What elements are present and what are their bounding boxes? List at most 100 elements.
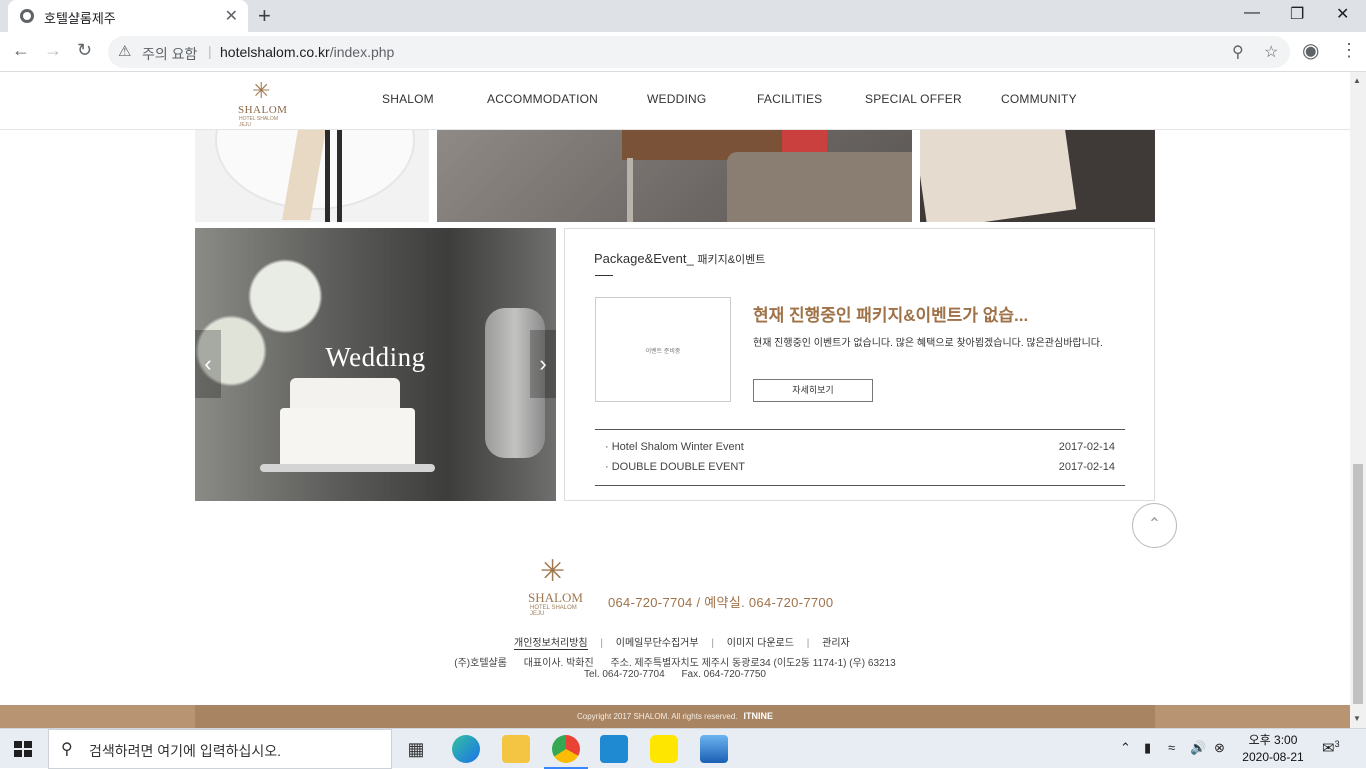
view-details-button[interactable]: 자세히보기 — [753, 379, 873, 402]
list-bottom-rule — [595, 485, 1125, 486]
minimize-icon[interactable]: — — [1244, 4, 1260, 22]
slider-next-icon[interactable]: › — [530, 330, 556, 398]
slider-prev-icon[interactable]: ‹ — [195, 330, 221, 398]
chrome-icon[interactable] — [544, 735, 588, 769]
notification-count: 3 — [1334, 739, 1340, 749]
menu-facilities[interactable]: FACILITIES — [757, 92, 822, 106]
restore-icon[interactable]: ❐ — [1290, 4, 1304, 24]
file-explorer-icon[interactable] — [502, 735, 530, 763]
event-thumbnail[interactable]: 이벤트 준비중 — [595, 297, 731, 402]
heading-underline — [595, 275, 613, 276]
zoom-icon[interactable]: ⚲ — [1232, 42, 1244, 62]
new-tab-button[interactable]: + — [258, 3, 271, 29]
room-photo[interactable] — [437, 130, 912, 222]
warning-icon[interactable]: ⚠ — [118, 42, 131, 60]
link-separator: | — [711, 638, 714, 649]
windows-start-icon[interactable] — [14, 741, 32, 757]
wedding-banner[interactable]: Wedding ‹ › — [195, 228, 556, 501]
logo-star-icon: ✳ — [540, 555, 566, 588]
scroll-down-icon[interactable]: ▼ — [1353, 714, 1361, 723]
page-scrollbar[interactable]: ▲ ▼ — [1350, 72, 1366, 728]
search-icon: ⚲ — [61, 741, 73, 758]
window-close-icon[interactable]: ✕ — [1336, 4, 1349, 24]
notification-icon[interactable]: ✉3 — [1322, 739, 1340, 757]
vscode-icon[interactable] — [600, 735, 628, 763]
browser-tab[interactable]: 호텔샬롬제주 ✕ — [8, 0, 248, 32]
tab-close-icon[interactable]: ✕ — [225, 6, 238, 26]
back-icon[interactable]: ← — [12, 40, 30, 61]
tel: Tel. 064-720-7704 — [584, 669, 665, 680]
kakaotalk-icon[interactable] — [650, 735, 678, 763]
reload-icon[interactable]: ↻ — [77, 40, 92, 61]
footer-links: 개인정보처리방침 | 이메일무단수집거부 | 이미지 다운로드 | 관리자 — [514, 634, 850, 650]
chevron-up-icon[interactable]: ⌃ — [1120, 740, 1131, 756]
wifi-icon[interactable]: ≈ — [1168, 740, 1175, 755]
task-view-icon[interactable]: ▦ — [402, 735, 430, 763]
package-event-panel: Package&Event_ 패키지&이벤트 이벤트 준비중 현재 진행중인 패… — [564, 228, 1155, 501]
footer-logo: ✳ SHALOM HOTEL SHALOM JEJU — [528, 554, 592, 617]
browser-tabstrip: 호텔샬롬제주 ✕ + — ❐ ✕ — [0, 0, 1366, 32]
event-description: 현재 진행중인 이벤트가 없습니다. 많은 혜택으로 찾아뵙겠습니다. 많은관심… — [753, 338, 1103, 349]
event-list-title[interactable]: · DOUBLE DOUBLE EVENT — [605, 461, 745, 473]
company-name: (주)호텔샬롬 — [454, 658, 507, 669]
copyright-bar: Copyright 2017 SHALOM. All rights reserv… — [0, 705, 1350, 728]
menu-wedding[interactable]: WEDDING — [647, 92, 706, 106]
menu-special-offer[interactable]: SPECIAL OFFER — [865, 92, 962, 106]
logo-star-icon: ✳ — [252, 78, 271, 103]
battery-icon[interactable]: ▮ — [1144, 740, 1151, 756]
page-viewport: ✳ SHALOM HOTEL SHALOM JEJU SHALOM ACCOMM… — [0, 72, 1350, 728]
menu-accommodation[interactable]: ACCOMMODATION — [487, 92, 598, 106]
event-thumbnail-placeholder: 이벤트 준비중 — [645, 349, 681, 355]
logo-text: SHALOM — [238, 104, 288, 116]
address-separator: | — [208, 43, 212, 59]
community-photo[interactable] — [920, 130, 1155, 222]
menu-shalom[interactable]: SHALOM — [382, 92, 434, 106]
profile-icon[interactable]: ◉ — [1302, 38, 1319, 63]
footer-logo-text: SHALOM — [528, 590, 583, 605]
event-list-item[interactable]: · DOUBLE DOUBLE EVENT 2017-02-14 — [605, 461, 1115, 473]
package-heading: Package&Event_ 패키지&이벤트 — [594, 251, 766, 266]
ceo-name: 대표이사. 박화진 — [523, 658, 594, 669]
copyright-inner: Copyright 2017 SHALOM. All rights reserv… — [195, 705, 1155, 728]
scrollbar-thumb[interactable] — [1353, 464, 1363, 704]
menu-kebab-icon[interactable]: ⋮ — [1340, 40, 1358, 61]
image-download-link[interactable]: 이미지 다운로드 — [727, 634, 794, 649]
copyright-text: Copyright 2017 SHALOM. All rights reserv… — [576, 712, 738, 721]
volume-icon[interactable]: 🔊 — [1190, 740, 1206, 756]
event-list-item[interactable]: · Hotel Shalom Winter Event 2017-02-14 — [605, 441, 1115, 453]
dining-photo[interactable] — [195, 130, 429, 222]
forward-icon[interactable]: → — [44, 40, 62, 61]
event-title[interactable]: 현재 진행중인 패키지&이벤트가 없습... — [753, 301, 1028, 326]
taskbar-search[interactable]: ⚲ 검색하려면 여기에 입력하십시오. — [48, 729, 392, 769]
link-separator: | — [600, 638, 603, 649]
tab-title: 호텔샬롬제주 — [44, 11, 116, 26]
clock-date: 2020-08-21 — [1242, 750, 1304, 764]
scroll-to-top-button[interactable]: ⌃ — [1132, 503, 1177, 548]
privacy-policy-link[interactable]: 개인정보처리방침 — [514, 634, 588, 650]
url-text[interactable]: hotelshalom.co.kr/index.php — [220, 44, 394, 60]
link-separator: | — [806, 638, 810, 649]
taskbar-clock[interactable]: 오후 3:00 2020-08-21 — [1240, 732, 1306, 766]
network-off-icon[interactable]: ⊗ — [1214, 740, 1225, 756]
list-top-rule — [595, 429, 1125, 430]
edge-icon[interactable] — [452, 735, 480, 763]
photos-icon[interactable] — [700, 735, 728, 763]
clock-time: 오후 3:00 — [1248, 733, 1298, 747]
event-list-date: 2017-02-14 — [1058, 461, 1115, 473]
event-list-title[interactable]: · Hotel Shalom Winter Event — [605, 441, 744, 453]
fax: Fax. 064-720-7750 — [681, 669, 766, 680]
globe-icon — [20, 9, 34, 23]
menu-community[interactable]: COMMUNITY — [1001, 92, 1077, 106]
wedding-banner-label: Wedding — [325, 342, 426, 372]
site-logo[interactable]: ✳ SHALOM HOTEL SHALOM JEJU — [238, 78, 290, 128]
address-bar[interactable]: ⚠ 주의 요함 | hotelshalom.co.kr/index.php ⚲ … — [108, 36, 1290, 68]
chevron-up-icon: ⌃ — [1147, 516, 1162, 533]
event-list-date: 2017-02-14 — [1058, 441, 1115, 453]
browser-toolbar: ← → ↻ ⚠ 주의 요함 | hotelshalom.co.kr/index.… — [0, 32, 1366, 72]
scroll-up-icon[interactable]: ▲ — [1353, 76, 1361, 85]
admin-link[interactable]: 관리자 — [822, 634, 850, 649]
bookmark-star-icon[interactable]: ☆ — [1264, 42, 1278, 62]
security-warning-label[interactable]: 주의 요함 — [142, 44, 197, 64]
email-refusal-link[interactable]: 이메일무단수집거부 — [616, 634, 699, 649]
maker-logo[interactable]: ITNINE — [744, 711, 774, 721]
